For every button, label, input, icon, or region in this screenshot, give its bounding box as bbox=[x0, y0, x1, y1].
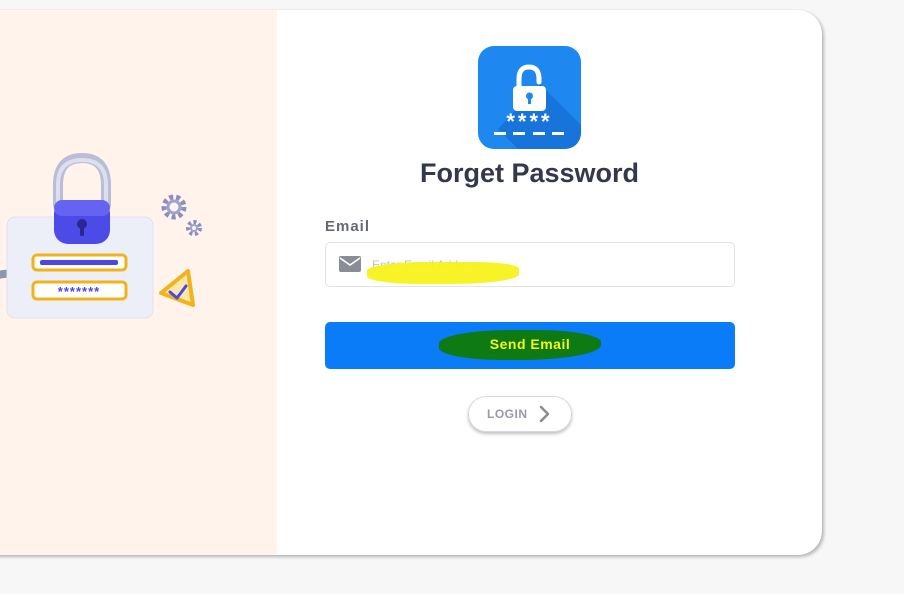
send-email-button[interactable]: Send Email bbox=[325, 322, 735, 369]
page-title: Forget Password bbox=[419, 158, 640, 188]
login-label: LOGIN bbox=[487, 407, 528, 421]
padlock-icon bbox=[53, 152, 111, 244]
svg-text:****: **** bbox=[506, 109, 552, 134]
illustration-panel: ******* bbox=[0, 10, 277, 555]
login-button[interactable]: LOGIN bbox=[468, 396, 572, 432]
chevron-right-icon bbox=[539, 405, 550, 423]
forget-password-card: ******* **** Forget Password Email Enter… bbox=[0, 10, 822, 555]
padlock-password-icon: **** bbox=[478, 46, 581, 149]
envelope-icon bbox=[339, 256, 361, 272]
security-illustration: ******* bbox=[0, 152, 202, 319]
email-label: Email bbox=[325, 218, 371, 235]
password-mask-text: ******* bbox=[58, 284, 100, 299]
gear-icon bbox=[161, 194, 202, 236]
check-triangle-icon bbox=[159, 269, 195, 307]
email-field-container bbox=[325, 242, 735, 287]
form-panel: **** Forget Password Email Send Email LO… bbox=[277, 10, 822, 555]
email-input[interactable] bbox=[370, 253, 714, 277]
send-email-label: Send Email bbox=[489, 336, 571, 352]
